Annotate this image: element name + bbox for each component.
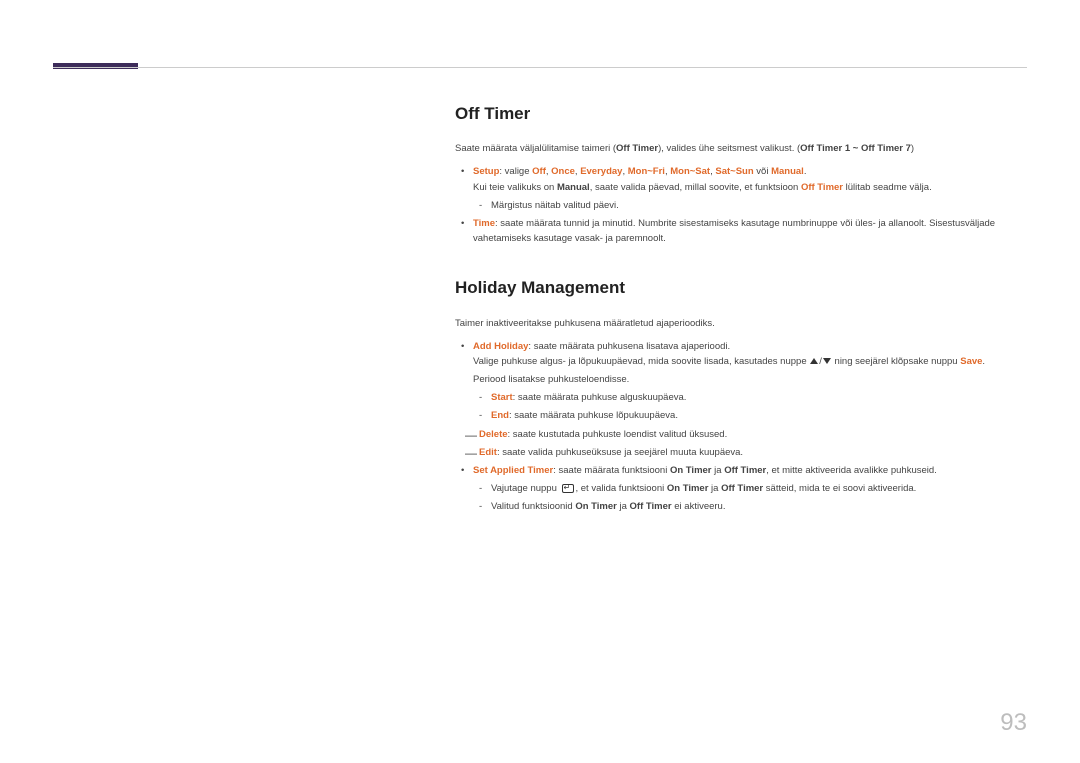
- setup-sub-note: - Märgistus näitab valitud päevi.: [455, 198, 1027, 213]
- add-holiday-text: : saate määrata puhkusena lisatava ajape…: [528, 341, 730, 352]
- sat-sub1-on: On Timer: [667, 483, 709, 494]
- intro-post: ): [911, 143, 914, 154]
- off-timer-list-2: Time: saate määrata tunnid ja minutid. N…: [455, 216, 1027, 246]
- setup-valige: : valige: [499, 166, 532, 177]
- sat-sub1-off: Off Timer: [721, 483, 763, 494]
- delete-text: : saate kustutada puhkuste loendist vali…: [508, 429, 728, 440]
- setup-line2-offtimer: Off Timer: [801, 182, 843, 193]
- dash-icon: -: [479, 198, 482, 213]
- save-label: Save: [960, 356, 982, 367]
- set-applied-timer-item: Set Applied Timer: saate määrata funktsi…: [455, 463, 1027, 478]
- setup-line2-pre: Kui teie valikuks on: [473, 182, 557, 193]
- sat-sub2-off: Off Timer: [630, 501, 672, 512]
- sat-post: , et mitte aktiveerida avalikke puhkusei…: [766, 465, 937, 476]
- triangle-down-icon: [823, 358, 831, 364]
- add-holiday-item: Add Holiday: saate määrata puhkusena lis…: [455, 339, 1027, 369]
- page-number: 93: [1000, 709, 1027, 737]
- add-line2-mid: ning seejärel klõpsake nuppu: [832, 356, 960, 367]
- setup-item: Setup: valige Off, Once, Everyday, Mon~F…: [455, 164, 1027, 194]
- sat-ja-1: ja: [712, 465, 725, 476]
- long-dash-icon: ―: [465, 426, 477, 445]
- enter-button-icon: [562, 484, 574, 493]
- dash-icon: -: [479, 499, 482, 514]
- sat-sub2-post: ei aktiveeru.: [672, 501, 726, 512]
- add-line2-post: .: [982, 356, 985, 367]
- edit-text: : saate valida puhkuseüksuse ja seejärel…: [497, 447, 743, 458]
- add-line2-pre: Valige puhkuse algus- ja lõpukuupäevad, …: [473, 356, 809, 367]
- opt-off: Off: [532, 166, 546, 177]
- sat-sub1: - Vajutage nuppu , et valida funktsiooni…: [455, 481, 1027, 496]
- delete-note: ― Delete: saate kustutada puhkuste loend…: [455, 427, 1027, 442]
- start-text: : saate määrata puhkuse alguskuupäeva.: [513, 392, 687, 403]
- setup-line2-manual: Manual: [557, 182, 590, 193]
- start-label: Start: [491, 392, 513, 403]
- edit-label: Edit: [479, 447, 497, 458]
- edit-note: ― Edit: saate valida puhkuseüksuse ja se…: [455, 445, 1027, 460]
- intro-pre: Saate määrata väljalülitamise taimeri (: [455, 143, 616, 154]
- sat-pre: : saate määrata funktsiooni: [553, 465, 670, 476]
- opt-everyday: Everyday: [580, 166, 622, 177]
- off-timer-list: Setup: valige Off, Once, Everyday, Mon~F…: [455, 164, 1027, 194]
- start-sub: - Start: saate määrata puhkuse alguskuup…: [455, 390, 1027, 405]
- setup-sub-text: Märgistus näitab valitud päevi.: [491, 200, 619, 211]
- sat-sub2-pre: Valitud funktsioonid: [491, 501, 575, 512]
- add-holiday-label: Add Holiday: [473, 341, 528, 352]
- opt-voi: või: [754, 166, 771, 177]
- intro-range: Off Timer 1 ~ Off Timer 7: [800, 143, 911, 154]
- opt-once: Once: [551, 166, 575, 177]
- sat-off-timer: Off Timer: [724, 465, 766, 476]
- holiday-list: Add Holiday: saate määrata puhkusena lis…: [455, 339, 1027, 369]
- sat-sub2-on: On Timer: [575, 501, 617, 512]
- triangle-up-icon: [810, 358, 818, 364]
- sat-sub2-ja: ja: [617, 501, 630, 512]
- setup-dot: .: [804, 166, 807, 177]
- intro-mid: ), valides ühe seitsmest valikust. (: [658, 143, 800, 154]
- dash-icon: -: [479, 408, 482, 423]
- sat-on-timer: On Timer: [670, 465, 712, 476]
- opt-monsat: Mon~Sat: [670, 166, 710, 177]
- setup-label: Setup: [473, 166, 499, 177]
- header-accent-bar: [53, 63, 138, 69]
- opt-manual: Manual: [771, 166, 804, 177]
- sat-sub2: - Valitud funktsioonid On Timer ja Off T…: [455, 499, 1027, 514]
- set-applied-timer-list: Set Applied Timer: saate määrata funktsi…: [455, 463, 1027, 478]
- off-timer-intro: Saate määrata väljalülitamise taimeri (O…: [455, 141, 1027, 156]
- holiday-intro: Taimer inaktiveeritakse puhkusena määrat…: [455, 316, 1027, 331]
- setup-line2-post: lülitab seadme välja.: [843, 182, 932, 193]
- time-text: : saate määrata tunnid ja minutid. Numbr…: [473, 218, 995, 244]
- main-content: Off Timer Saate määrata väljalülitamise …: [455, 100, 1027, 518]
- end-label: End: [491, 410, 509, 421]
- header-divider: [53, 67, 1027, 68]
- sat-sub1-mid: , et valida funktsiooni: [576, 483, 667, 494]
- sat-sub1-ja: ja: [708, 483, 721, 494]
- time-item: Time: saate määrata tunnid ja minutid. N…: [455, 216, 1027, 246]
- dash-icon: -: [479, 390, 482, 405]
- end-sub: - End: saate määrata puhkuse lõpukuupäev…: [455, 408, 1027, 423]
- period-text: Periood lisatakse puhkusteloendisse.: [455, 372, 1027, 387]
- heading-off-timer: Off Timer: [455, 100, 1027, 127]
- sat-label: Set Applied Timer: [473, 465, 553, 476]
- heading-holiday-management: Holiday Management: [455, 274, 1027, 301]
- sat-sub1-post: sätteid, mida te ei soovi aktiveerida.: [763, 483, 916, 494]
- opt-monfri: Mon~Fri: [628, 166, 665, 177]
- time-label: Time: [473, 218, 495, 229]
- delete-label: Delete: [479, 429, 508, 440]
- long-dash-icon: ―: [465, 444, 477, 463]
- opt-satsun: Sat~Sun: [715, 166, 753, 177]
- intro-bold: Off Timer: [616, 143, 658, 154]
- setup-line2-mid: , saate valida päevad, millal soovite, e…: [590, 182, 801, 193]
- end-text: : saate määrata puhkuse lõpukuupäeva.: [509, 410, 678, 421]
- sat-sub1-pre: Vajutage nuppu: [491, 483, 560, 494]
- dash-icon: -: [479, 481, 482, 496]
